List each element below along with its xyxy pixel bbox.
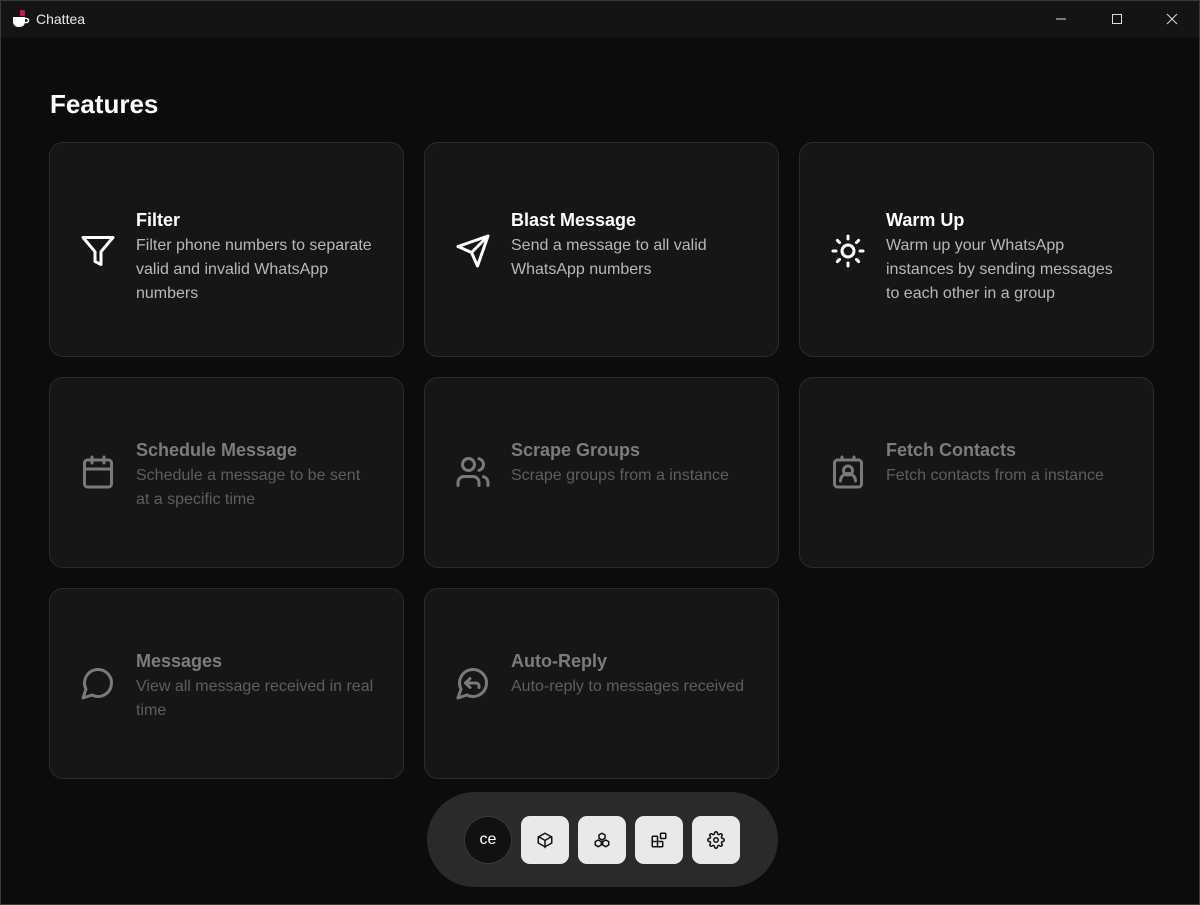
dock-button-box[interactable] xyxy=(521,816,569,864)
send-icon xyxy=(455,233,491,269)
feature-description: Schedule a message to be sent at a speci… xyxy=(136,467,361,508)
bottom-dock: ce xyxy=(427,792,778,887)
feature-description: Auto-reply to messages received xyxy=(511,678,744,695)
maximize-icon xyxy=(1112,14,1122,24)
boxes-icon xyxy=(594,832,610,848)
feature-description: Filter phone numbers to separate valid a… xyxy=(136,237,372,302)
avatar[interactable]: ce xyxy=(464,816,512,864)
feature-title: Blast Message xyxy=(511,210,637,230)
minimize-icon xyxy=(1056,18,1066,20)
blocks-icon xyxy=(651,832,667,848)
feature-title: Warm Up xyxy=(886,210,965,230)
main-content: Features Filter Filter phone numbers to … xyxy=(1,37,1199,904)
dock-button-blocks[interactable] xyxy=(635,816,683,864)
app-window: Chattea Features Filter Filter phone num… xyxy=(0,0,1200,905)
title-bar[interactable]: Chattea xyxy=(1,1,1199,37)
feature-description: Scrape groups from a instance xyxy=(511,467,729,484)
sun-icon xyxy=(830,233,866,269)
close-icon xyxy=(1166,13,1178,25)
feature-title: Schedule Message xyxy=(136,440,298,460)
contact-icon xyxy=(830,454,866,490)
users-icon xyxy=(455,454,491,490)
message-reply-icon xyxy=(455,665,491,701)
feature-card-filter[interactable]: Filter Filter phone numbers to separate … xyxy=(49,142,404,357)
chattea-logo-icon xyxy=(11,9,31,29)
minimize-button[interactable] xyxy=(1033,1,1089,37)
feature-title: Auto-Reply xyxy=(511,651,607,671)
dock-button-boxes[interactable] xyxy=(578,816,626,864)
feature-card-auto-reply[interactable]: Auto-Reply Auto-reply to messages receiv… xyxy=(424,588,779,779)
feature-title: Fetch Contacts xyxy=(886,440,1017,460)
feature-title: Scrape Groups xyxy=(511,440,641,460)
feature-description: Send a message to all valid WhatsApp num… xyxy=(511,237,707,278)
feature-description: Fetch contacts from a instance xyxy=(886,467,1104,484)
feature-card-scrape-groups[interactable]: Scrape Groups Scrape groups from a insta… xyxy=(424,377,779,568)
dock-button-settings[interactable] xyxy=(692,816,740,864)
feature-description: View all message received in real time xyxy=(136,678,374,719)
feature-title: Messages xyxy=(136,651,223,671)
feature-description: Warm up your WhatsApp instances by sendi… xyxy=(886,237,1113,302)
feature-card-fetch-contacts[interactable]: Fetch Contacts Fetch contacts from a ins… xyxy=(799,377,1154,568)
box-icon xyxy=(537,832,553,849)
feature-card-messages[interactable]: Messages View all message received in re… xyxy=(49,588,404,779)
window-title: Chattea xyxy=(36,11,86,27)
calendar-icon xyxy=(80,454,116,490)
feature-card-warm-up[interactable]: Warm Up Warm up your WhatsApp instances … xyxy=(799,142,1154,357)
feature-card-blast-message[interactable]: Blast Message Send a message to all vali… xyxy=(424,142,779,357)
settings-gear-icon xyxy=(707,831,725,849)
maximize-button[interactable] xyxy=(1089,1,1145,37)
close-button[interactable] xyxy=(1144,1,1199,37)
feature-card-schedule-message[interactable]: Schedule Message Schedule a message to b… xyxy=(49,377,404,568)
filter-icon xyxy=(80,233,116,269)
feature-title: Filter xyxy=(136,210,181,230)
message-circle-icon xyxy=(80,665,116,701)
page-title: Features xyxy=(50,89,159,119)
